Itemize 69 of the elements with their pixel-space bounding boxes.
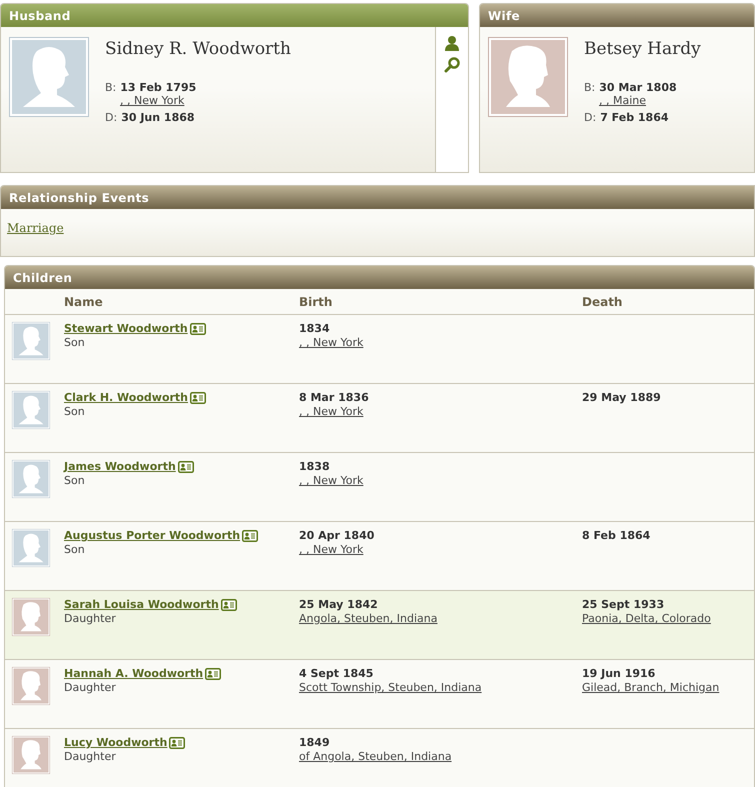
panel-header: Husband xyxy=(1,4,468,27)
death-date: 19 Jun 1916 xyxy=(582,667,656,680)
child-name-link[interactable]: Lucy Woodworth xyxy=(64,736,168,749)
birth-label: B: xyxy=(105,81,116,94)
child-row[interactable]: Lucy Woodworth Daughter 1849 of Angola, Steuben, Indiana xyxy=(5,729,754,787)
death-place-link[interactable]: Gilead, Branch, Michigan xyxy=(582,681,720,694)
id-card-icon[interactable] xyxy=(190,392,206,404)
birth-place-link[interactable]: , , New York xyxy=(299,543,364,556)
birth-date: 30 Mar 1808 xyxy=(599,81,677,94)
relation-text: Son xyxy=(64,405,86,418)
child-row[interactable]: Hannah A. Woodworth Daughter 4 Sept 1845 Scott Township, Steuben, Indiana 19 Jun 1916 Gilead, Branch, Michigan xyxy=(5,660,754,729)
id-card-icon[interactable] xyxy=(242,530,258,542)
birth-place-link[interactable]: , , Maine xyxy=(599,94,701,107)
birth-date: 8 Mar 1836 xyxy=(299,391,370,404)
birth-date: 25 May 1842 xyxy=(299,598,379,611)
birth-place-link[interactable]: , , New York xyxy=(120,94,291,107)
relation-text: Son xyxy=(64,336,86,349)
relation-text: Daughter xyxy=(64,750,117,763)
relation-text: Daughter xyxy=(64,612,117,625)
birth-date: 1849 xyxy=(299,736,331,749)
relation-text: Son xyxy=(64,474,86,487)
panel-header: Children xyxy=(5,266,754,289)
child-name-link[interactable]: Hannah A. Woodworth xyxy=(64,667,204,680)
person-name: Sidney R. Woodworth xyxy=(105,39,291,59)
id-card-icon[interactable] xyxy=(178,460,194,472)
column-header: Birth xyxy=(299,289,582,315)
child-row[interactable]: Sarah Louisa Woodworth Daughter 25 May 1842 Angola, Steuben, Indiana 25 Sept 1933 Paonia, Delta, Colorado xyxy=(5,591,754,660)
death-date: 30 Jun 1868 xyxy=(121,111,195,124)
relation-text: Daughter xyxy=(64,681,117,694)
birth-place-link[interactable]: Angola, Steuben, Indiana xyxy=(299,612,438,625)
child-name-link[interactable]: Augustus Porter Woodworth xyxy=(64,529,240,542)
birth-date: 1834 xyxy=(299,322,331,335)
panel-header: Relationship Events xyxy=(1,186,754,209)
column-header: Death xyxy=(582,289,754,315)
birth-date: 1838 xyxy=(299,460,331,473)
birth-label: B: xyxy=(584,81,596,94)
id-card-icon[interactable] xyxy=(190,322,206,334)
birth-date: 13 Feb 1795 xyxy=(120,81,196,94)
death-place-link[interactable]: Paonia, Delta, Colorado xyxy=(582,612,711,625)
event-link[interactable]: Marriage xyxy=(7,221,64,235)
child-row[interactable]: James Woodworth Son 1838 , , New York xyxy=(5,453,754,522)
child-name-link[interactable]: Stewart Woodworth xyxy=(64,322,188,335)
birth-place-link[interactable]: of Angola, Steuben, Indiana xyxy=(299,750,452,763)
search-icon[interactable] xyxy=(444,57,460,73)
birth-place-link[interactable]: , , New York xyxy=(299,405,364,418)
child-row[interactable]: Stewart Woodworth Son 1834 , , New York xyxy=(5,315,754,384)
relation-text: Son xyxy=(64,543,86,556)
birth-date: 4 Sept 1845 xyxy=(299,667,374,680)
death-date: 29 May 1889 xyxy=(582,391,662,404)
child-row[interactable]: Clark H. Woodworth Son 8 Mar 1836 , , New York 29 May 1889 xyxy=(5,384,754,453)
birth-place-link[interactable]: , , New York xyxy=(299,336,364,349)
birth-place-link[interactable]: Scott Township, Steuben, Indiana xyxy=(299,681,482,694)
panel-header: Wife xyxy=(480,4,754,27)
person-icon[interactable] xyxy=(444,35,460,51)
person-name: Betsey Hardy xyxy=(584,39,701,59)
child-name-link[interactable]: James Woodworth xyxy=(64,460,176,473)
child-name-link[interactable]: Sarah Louisa Woodworth xyxy=(64,598,219,611)
column-header: Name xyxy=(64,289,299,315)
death-label: D: xyxy=(105,111,118,124)
id-card-icon[interactable] xyxy=(169,736,186,748)
death-label: D: xyxy=(584,111,596,124)
child-name-link[interactable]: Clark H. Woodworth xyxy=(64,391,188,404)
birth-date: 20 Apr 1840 xyxy=(299,529,376,542)
death-date: 7 Feb 1864 xyxy=(600,111,669,124)
death-date: 8 Feb 1864 xyxy=(582,529,652,542)
birth-place-link[interactable]: , , New York xyxy=(299,474,364,487)
id-card-icon[interactable] xyxy=(205,668,222,680)
death-date: 25 Sept 1933 xyxy=(582,598,666,611)
id-card-icon[interactable] xyxy=(220,598,237,610)
